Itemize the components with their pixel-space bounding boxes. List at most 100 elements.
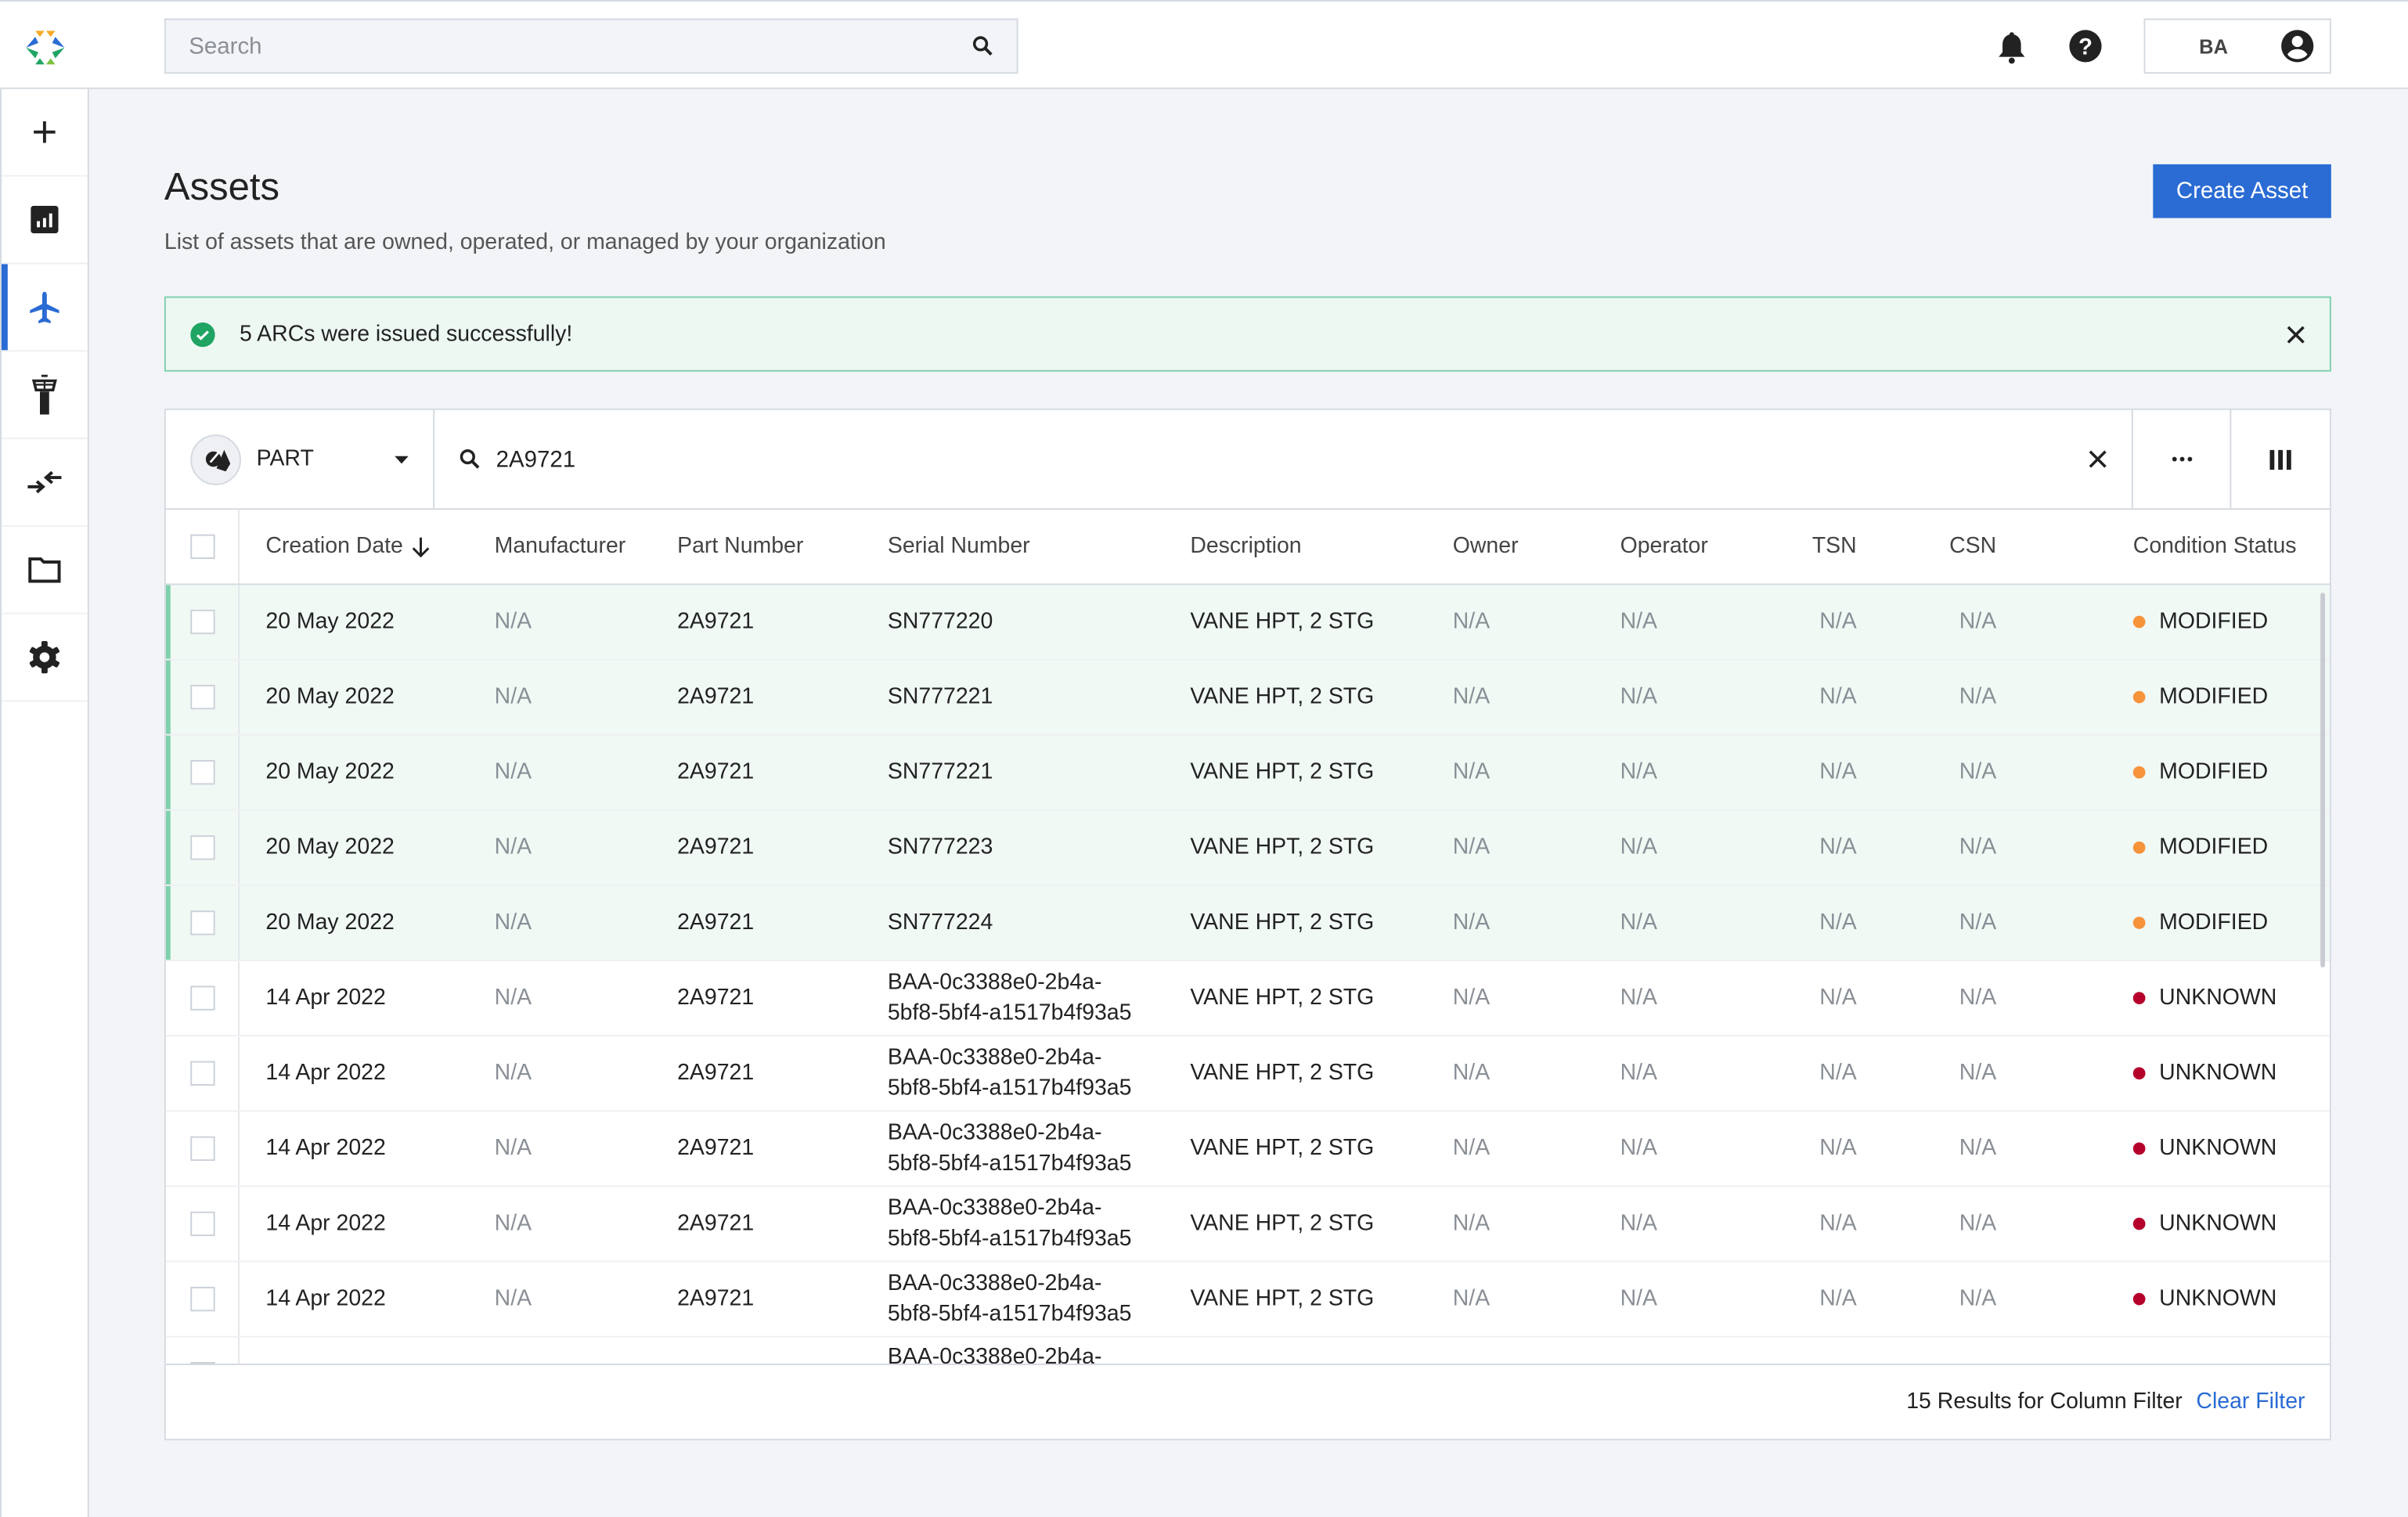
status-badge: UNKNOWN	[2159, 1136, 2277, 1162]
page-title: Assets	[164, 165, 280, 209]
status-badge: UNKNOWN	[2159, 1211, 2277, 1237]
row-checkbox[interactable]	[189, 1136, 214, 1162]
column-header-tsn[interactable]: TSN	[1765, 510, 1857, 583]
column-header-status[interactable]: Condition Status	[2133, 510, 2297, 583]
cell-operator: N/A	[1620, 1061, 1658, 1086]
column-header-owner[interactable]: Owner	[1453, 510, 1519, 583]
column-header-manufacturer[interactable]: Manufacturer	[495, 510, 626, 583]
sort-down-icon[interactable]	[413, 536, 431, 557]
clear-filter-link[interactable]: Clear Filter	[2196, 1389, 2305, 1414]
close-icon[interactable]	[2287, 325, 2305, 344]
table-row[interactable]: 20 May 2022 N/A 2A9721 SN777220 VANE HPT, 2 …	[165, 585, 2330, 661]
table-row[interactable]: 14 Apr 2022 N/A 2A9721 BAA-0c3388e0-2b4a- 5b…	[165, 1036, 2330, 1112]
clear-search-icon[interactable]	[2089, 450, 2107, 469]
cell-tsn: N/A	[1819, 609, 1857, 635]
row-checkbox[interactable]	[189, 609, 214, 635]
cell-part: 2A9721	[677, 1211, 755, 1237]
search-icon[interactable]	[972, 35, 993, 56]
cell-status: UNKNOWN	[2132, 1112, 2277, 1185]
cell-status: UNKNOWN	[2132, 1036, 2277, 1110]
create-asset-button[interactable]: Create Asset	[2153, 164, 2331, 218]
status-dot-icon	[2132, 766, 2146, 779]
control-tower-icon	[31, 374, 57, 415]
cell-operator: N/A	[1620, 1286, 1658, 1312]
sidebar-item-files[interactable]	[1, 527, 88, 614]
sidebar-item-reports[interactable]	[1, 177, 88, 265]
cell-serial: BAA-0c3388e0-2b4a-	[887, 1345, 1102, 1367]
table-row[interactable]: 14 Apr 2022 N/A 2A9721 BAA-0c3388e0-2b4a- 5b…	[165, 961, 2330, 1037]
row-select-cell	[166, 735, 240, 809]
filter-search-input[interactable]	[496, 445, 2074, 473]
cell-tsn: N/A	[1819, 986, 1857, 1011]
filter-search[interactable]	[434, 409, 2133, 509]
table-row[interactable]: BAA-0c3388e0-2b4a-	[166, 1337, 2330, 1367]
user-menu[interactable]: BA	[2143, 18, 2331, 74]
row-checkbox[interactable]	[189, 1286, 214, 1312]
row-checkbox[interactable]	[189, 986, 214, 1011]
sidebar-item-assets[interactable]	[1, 264, 88, 352]
select-all-checkbox[interactable]	[189, 534, 214, 560]
row-checkbox[interactable]	[189, 835, 214, 860]
column-header-part[interactable]: Part Number	[677, 510, 803, 583]
cell-date: 14 Apr 2022	[265, 986, 386, 1011]
cell-operator: N/A	[1620, 609, 1658, 635]
bell-icon[interactable]	[1996, 31, 2027, 64]
cell-description: VANE HPT, 2 STG	[1190, 986, 1375, 1011]
cell-serial: SN777221	[887, 760, 993, 785]
asset-type-dropdown[interactable]: PART	[166, 409, 435, 509]
table-row[interactable]: 20 May 2022 N/A 2A9721 SN777221 VANE HPT, 2 …	[165, 735, 2330, 811]
cell-description: VANE HPT, 2 STG	[1190, 1286, 1375, 1312]
status-dot-icon	[2132, 1142, 2146, 1155]
help-icon[interactable]: ?	[2068, 29, 2102, 63]
column-header-description[interactable]: Description	[1190, 510, 1301, 583]
cell-operator: N/A	[1620, 760, 1658, 785]
table-row[interactable]: 20 May 2022 N/A 2A9721 SN777224 VANE HPT, 2 …	[165, 885, 2330, 962]
column-header-date[interactable]: Creation Date	[265, 510, 431, 583]
app-logo[interactable]	[26, 31, 65, 65]
account-icon	[2281, 30, 2314, 63]
cell-csn: N/A	[1959, 910, 1997, 935]
cell-part: 2A9721	[677, 760, 755, 785]
cell-operator: N/A	[1620, 910, 1658, 935]
scrollbar[interactable]	[2320, 593, 2326, 967]
cell-serial: BAA-0c3388e0-2b4a- 5bf8-5bf4-a1517b4f93a5	[887, 1196, 1132, 1252]
row-checkbox[interactable]	[189, 910, 214, 935]
row-checkbox[interactable]	[189, 760, 214, 785]
status-badge: UNKNOWN	[2159, 1061, 2277, 1086]
success-alert: 5 ARCs were issued successfully!	[164, 296, 2331, 372]
cell-serial: SN777221	[887, 684, 993, 710]
column-header-operator[interactable]: Operator	[1620, 510, 1708, 583]
asset-type-value: PART	[256, 446, 314, 472]
table-row[interactable]: 20 May 2022 N/A 2A9721 SN777221 VANE HPT, 2 …	[165, 660, 2330, 736]
table-row[interactable]: 14 Apr 2022 N/A 2A9721 BAA-0c3388e0-2b4a- 5b…	[165, 1112, 2330, 1187]
status-badge: MODIFIED	[2159, 684, 2269, 710]
global-search[interactable]	[164, 18, 1018, 74]
cell-status: MODIFIED	[2132, 736, 2269, 809]
sidebar-item-settings[interactable]	[1, 614, 88, 702]
columns-button[interactable]	[2231, 410, 2330, 509]
row-checkbox[interactable]	[189, 1211, 214, 1237]
cell-status: MODIFIED	[2132, 661, 2269, 734]
cell-tsn: N/A	[1819, 760, 1857, 785]
status-badge: MODIFIED	[2159, 760, 2269, 785]
sidebar-item-tower[interactable]	[1, 351, 88, 440]
cell-description: VANE HPT, 2 STG	[1190, 609, 1375, 635]
table-row[interactable]: 14 Apr 2022 N/A 2A9721 BAA-0c3388e0-2b4a- 5b…	[165, 1187, 2330, 1263]
search-input[interactable]	[189, 33, 926, 59]
cell-serial: BAA-0c3388e0-2b4a- 5bf8-5bf4-a1517b4f93a5	[887, 970, 1132, 1026]
cell-operator: N/A	[1620, 835, 1658, 860]
table-row[interactable]: 14 Apr 2022 N/A 2A9721 BAA-0c3388e0-2b4a- 5b…	[165, 1262, 2330, 1338]
table-row[interactable]: 20 May 2022 N/A 2A9721 SN777223 VANE HPT, 2 …	[165, 810, 2330, 886]
sidebar-item-create[interactable]	[1, 89, 88, 177]
search-icon	[460, 449, 480, 469]
airplane-icon	[30, 291, 59, 323]
row-checkbox[interactable]	[189, 684, 214, 710]
column-header-serial[interactable]: Serial Number	[888, 510, 1030, 583]
more-options-button[interactable]	[2133, 409, 2232, 509]
column-header-csn[interactable]: CSN	[1905, 510, 1996, 583]
status-badge: MODIFIED	[2159, 835, 2269, 860]
cell-csn	[1905, 1338, 1997, 1367]
cell-date: 20 May 2022	[265, 609, 395, 635]
row-checkbox[interactable]	[189, 1061, 214, 1086]
sidebar-item-compare[interactable]	[1, 439, 88, 527]
